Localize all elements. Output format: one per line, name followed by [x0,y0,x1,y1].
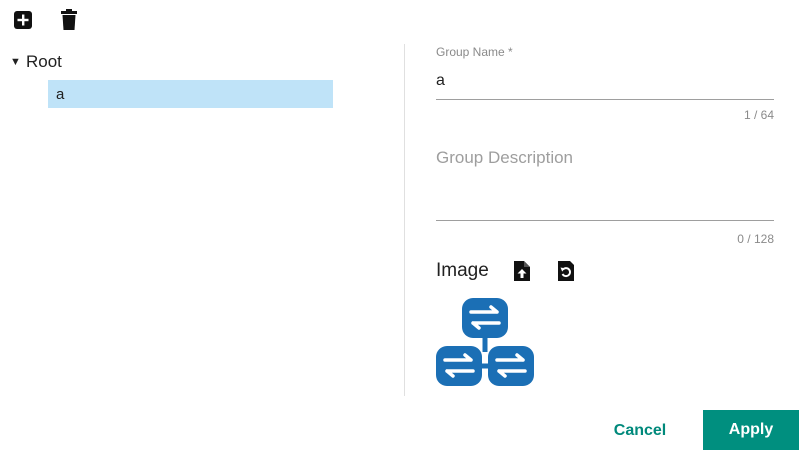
toolbar [12,8,80,32]
group-description-underline [436,220,774,221]
tree-node-a[interactable]: a [48,80,333,108]
reset-image-button[interactable] [555,259,577,283]
add-button[interactable] [12,9,34,31]
image-label: Image [436,260,489,281]
network-group-icon [436,298,534,386]
upload-image-button[interactable] [511,259,533,283]
tree-node-label: Root [26,52,62,71]
file-upload-icon [513,261,530,281]
plus-square-icon [14,11,32,29]
group-name-label: Group Name * [436,45,513,59]
image-row: Image [436,258,599,284]
group-name-input[interactable]: a [436,72,445,90]
caret-down-icon[interactable]: ▼ [10,56,26,68]
group-tree: ▼ Root a [10,50,340,108]
tree-node-root[interactable]: ▼ Root [10,50,340,74]
group-description-input[interactable]: Group Description [436,148,573,168]
apply-button[interactable]: Apply [703,410,799,450]
group-name-underline [436,99,774,100]
group-name-counter: 1 / 64 [743,108,774,122]
trash-icon [61,9,77,30]
reset-icon [557,261,574,281]
cancel-button[interactable]: Cancel [600,412,680,450]
delete-button[interactable] [58,9,80,31]
panel-divider [404,44,405,396]
group-description-counter: 0 / 128 [737,232,774,246]
